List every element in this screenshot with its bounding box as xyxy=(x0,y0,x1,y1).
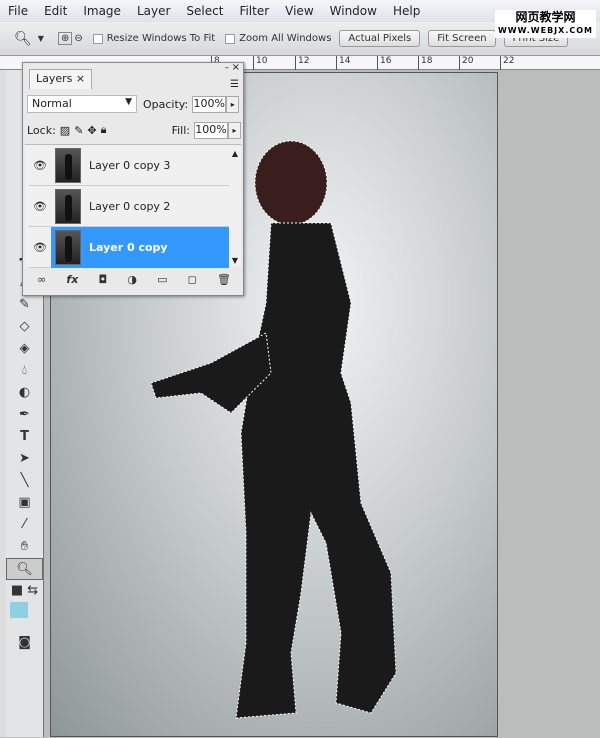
adjustment-layer-icon[interactable]: ◑ xyxy=(127,273,137,291)
notes-icon[interactable]: ▣ xyxy=(6,492,43,514)
default-colors-icon[interactable]: ■ ⇆ xyxy=(6,580,43,602)
resize-label: Resize Windows To Fit xyxy=(106,33,216,44)
watermark-text: 网页教学网 xyxy=(515,10,576,24)
ruler-tick: 22 xyxy=(500,56,514,70)
watermark-url: WWW.WEBJX.COM xyxy=(497,26,593,35)
panel-close-icon[interactable]: × xyxy=(232,62,240,73)
menu-help[interactable]: Help xyxy=(385,4,428,18)
quick-mask-icon[interactable]: ◙ xyxy=(6,632,43,654)
watermark-logo: 网页教学网 WWW.WEBJX.COM xyxy=(494,10,596,38)
zoom-all-label: Zoom All Windows xyxy=(239,33,332,44)
scroll-up-icon[interactable]: ▲ xyxy=(232,149,238,158)
tool-preset-dropdown[interactable]: ▼ xyxy=(38,34,44,43)
opacity-input[interactable]: 100% xyxy=(192,95,227,113)
layer-mask-icon[interactable]: ◘ xyxy=(98,273,107,291)
fill-slider-button[interactable]: ▸ xyxy=(228,121,241,139)
visibility-eye-icon[interactable]: 👁︎ xyxy=(29,241,51,254)
menu-select[interactable]: Select xyxy=(178,4,231,18)
resize-windows-checkbox[interactable]: Resize Windows To Fit xyxy=(92,33,216,44)
lock-all-icon[interactable]: 🔒︎ xyxy=(101,123,107,137)
blur-icon[interactable]: 💧︎ xyxy=(6,360,43,382)
paint-bucket-icon[interactable]: ◈ xyxy=(6,338,43,360)
fit-screen-button[interactable]: Fit Screen xyxy=(428,30,496,47)
layer-row-selected[interactable]: 👁︎ Layer 0 copy xyxy=(29,226,229,268)
menu-filter[interactable]: Filter xyxy=(231,4,277,18)
tab-label: Layers xyxy=(36,72,73,85)
layer-row[interactable]: 👁︎ Layer 0 copy 2 xyxy=(29,186,229,227)
ruler-tick: 18 xyxy=(418,56,432,70)
eraser-icon[interactable]: ◇ xyxy=(6,316,43,338)
ruler-tick: 20 xyxy=(459,56,473,70)
line-icon[interactable]: ╲ xyxy=(6,470,43,492)
fill-label: Fill: xyxy=(171,123,190,137)
layer-row[interactable]: 👁︎ Layer 0 copy 3 xyxy=(29,145,229,186)
visibility-eye-icon[interactable]: 👁︎ xyxy=(29,159,51,172)
layers-panel: – × Layers × ☰ Normal ▼ Opacity: 100% ▸ L… xyxy=(22,62,244,296)
new-group-icon[interactable]: ▭ xyxy=(157,273,167,291)
new-layer-icon[interactable]: ◻ xyxy=(188,273,197,291)
menu-window[interactable]: Window xyxy=(322,4,385,18)
layer-thumbnail xyxy=(55,147,81,183)
panel-menu-icon[interactable]: ☰ xyxy=(230,79,239,90)
zoom-out-icon[interactable]: ⊖ xyxy=(74,33,82,44)
layer-name: Layer 0 copy 2 xyxy=(89,199,171,213)
blend-mode-value: Normal xyxy=(32,97,72,110)
menu-layer[interactable]: Layer xyxy=(129,4,178,18)
layer-list: 👁︎ Layer 0 copy 3 👁︎ Layer 0 copy 2 👁︎ Laye… xyxy=(25,144,241,268)
type-icon[interactable]: T xyxy=(6,426,43,448)
ruler-tick: 16 xyxy=(377,56,391,70)
foreground-swatch[interactable] xyxy=(10,602,28,618)
lock-transparency-icon[interactable]: ▨ xyxy=(60,124,70,137)
layer-name: Layer 0 copy 3 xyxy=(89,158,171,172)
chevron-down-icon: ▼ xyxy=(125,97,132,107)
menu-view[interactable]: View xyxy=(277,4,321,18)
history-brush-icon[interactable]: ✎ xyxy=(6,294,43,316)
ruler-tick: 14 xyxy=(336,56,350,70)
layer-name: Layer 0 copy xyxy=(89,240,168,254)
opacity-label: Opacity: xyxy=(143,97,189,111)
layers-footer: ∞ fx ◘ ◑ ▭ ◻ 🗑︎ xyxy=(27,273,241,291)
lock-position-icon[interactable]: ✥ xyxy=(87,124,96,137)
eyedropper-icon[interactable]: ⁄ xyxy=(6,514,43,536)
lock-label: Lock: xyxy=(27,123,56,137)
fx-icon[interactable]: fx xyxy=(66,273,78,291)
ruler-tick: 10 xyxy=(253,56,267,70)
zoom-tool-icon[interactable]: 🔍︎ xyxy=(14,31,32,47)
tab-layers[interactable]: Layers × xyxy=(29,69,93,89)
fill-input[interactable]: 100% xyxy=(194,121,228,139)
menu-edit[interactable]: Edit xyxy=(36,4,75,18)
hand-icon[interactable]: ✋︎ xyxy=(6,536,43,558)
tab-close-icon[interactable]: × xyxy=(76,72,85,85)
ruler-tick: 12 xyxy=(295,56,309,70)
layer-thumbnail xyxy=(55,229,81,265)
zoom-all-checkbox[interactable]: Zoom All Windows xyxy=(225,33,331,44)
zoom-icon[interactable]: 🔍︎ xyxy=(6,558,43,580)
dodge-icon[interactable]: ◐ xyxy=(6,382,43,404)
scroll-down-icon[interactable]: ▼ xyxy=(232,256,238,265)
visibility-eye-icon[interactable]: 👁︎ xyxy=(29,200,51,213)
blend-row: Normal ▼ Opacity: 100% ▸ xyxy=(27,93,241,115)
color-swatches[interactable] xyxy=(6,602,43,632)
opacity-slider-button[interactable]: ▸ xyxy=(226,95,240,113)
menu-file[interactable]: File xyxy=(0,4,36,18)
trash-icon[interactable]: 🗑︎ xyxy=(217,273,231,291)
menu-image[interactable]: Image xyxy=(75,4,129,18)
blend-mode-select[interactable]: Normal ▼ xyxy=(27,95,137,113)
zoom-in-icon[interactable]: ⊕ xyxy=(57,32,73,45)
lock-row: Lock: ▨ ✎ ✥ 🔒︎ Fill: 100% ▸ xyxy=(27,119,241,141)
path-selection-icon[interactable]: ➤ xyxy=(6,448,43,470)
actual-pixels-button[interactable]: Actual Pixels xyxy=(339,30,421,47)
link-layers-icon[interactable]: ∞ xyxy=(37,273,46,291)
panel-collapse-icon[interactable]: – xyxy=(225,63,230,73)
pen-icon[interactable]: ✒ xyxy=(6,404,43,426)
lock-pixels-icon[interactable]: ✎ xyxy=(74,124,83,137)
layer-thumbnail xyxy=(55,188,81,224)
